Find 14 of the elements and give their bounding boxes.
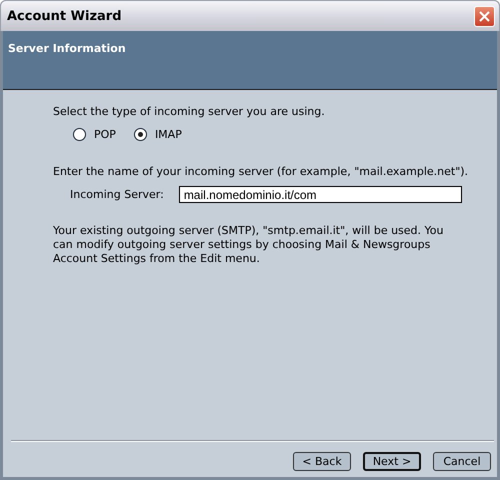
window-title: Account Wizard (7, 8, 122, 24)
server-type-prompt: Select the type of incoming server you are using. (53, 105, 326, 118)
close-icon (479, 10, 490, 22)
radio-option[interactable]: IMAP (134, 128, 182, 141)
page-title: Server Information (8, 42, 127, 55)
server-name-prompt: Enter the name of your incoming server (for example, "mail.example.net"). (53, 165, 470, 178)
close-button[interactable] (474, 6, 495, 26)
wizard-button[interactable]: Cancel (433, 452, 491, 471)
incoming-server-field[interactable]: mail.nomedominio.it/com (178, 186, 462, 203)
radio-option[interactable]: POP (73, 128, 116, 141)
info-text: Your existing outgoing server (SMTP), "smtp.email.it", will be used. You can modify outgoing server settings by choosing Mail & Newsgroups Account Settings from the Edit menu. (53, 224, 444, 266)
field-label: Incoming Server: (70, 188, 164, 201)
wizard-button[interactable]: Next > (363, 452, 421, 471)
wizard-button[interactable]: < Back (293, 452, 351, 471)
